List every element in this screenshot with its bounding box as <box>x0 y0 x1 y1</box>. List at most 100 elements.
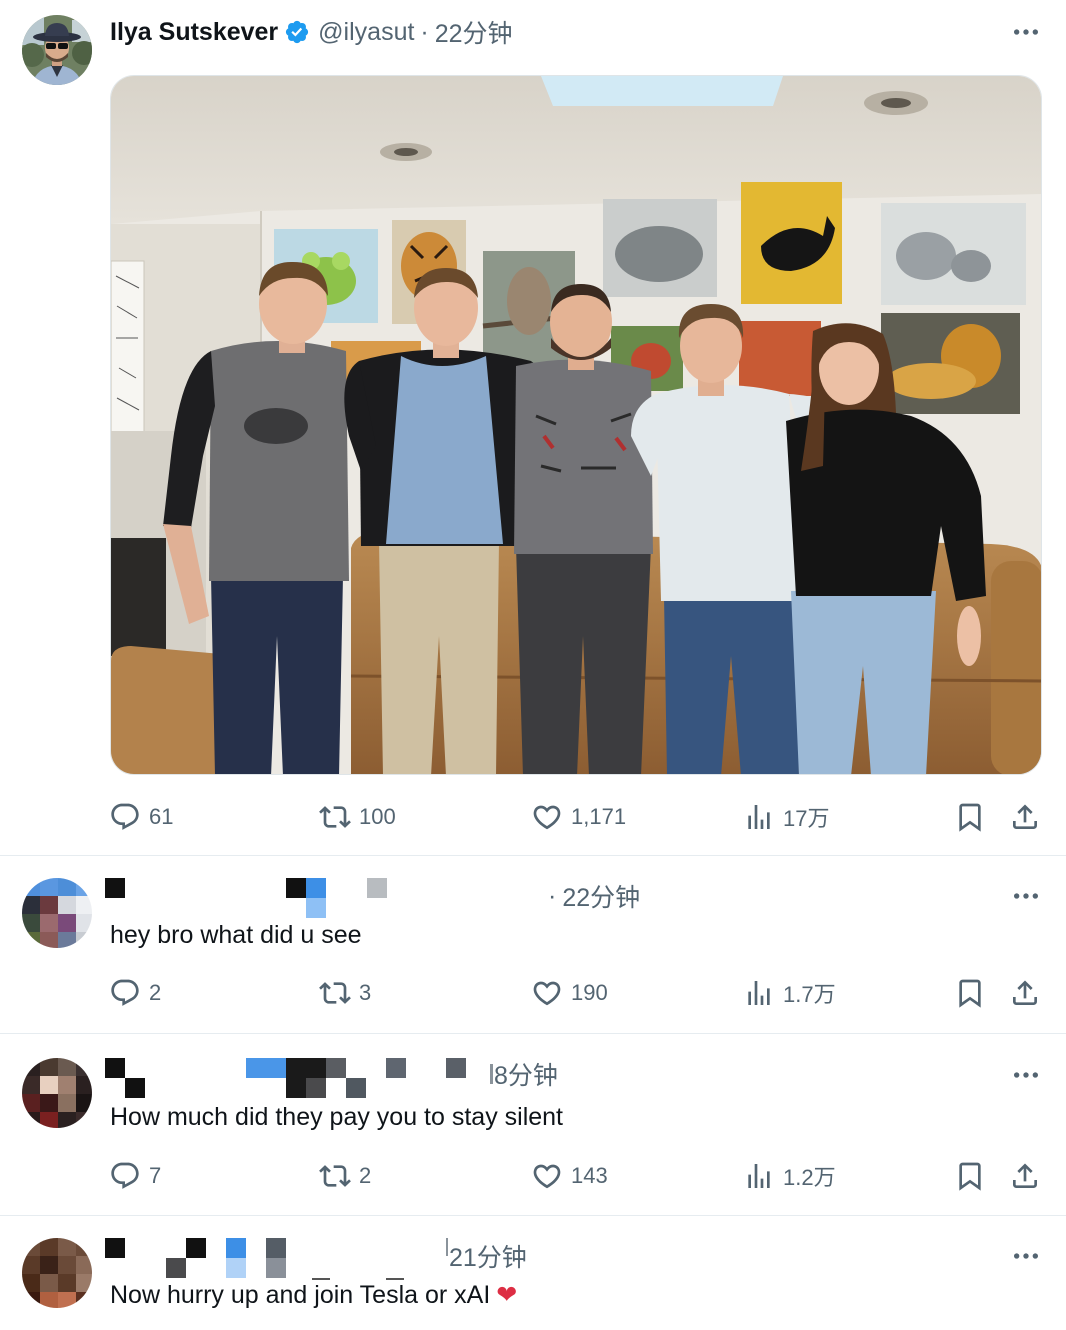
reply-avatar-image <box>22 878 92 948</box>
more-icon[interactable] <box>1010 16 1042 48</box>
tweet-actions: 61 100 1,171 17万 <box>0 797 1066 837</box>
redacted-name-block <box>367 878 387 898</box>
views-icon <box>748 981 770 1005</box>
share-button[interactable] <box>1009 1156 1041 1196</box>
redacted-name-block <box>166 1258 186 1278</box>
reply-header: 21分钟 <box>449 1236 527 1276</box>
author-avatar-image <box>22 15 92 85</box>
reply-actions: 2 3 190 1.7万 <box>0 973 1066 1013</box>
tweet-photo[interactable] <box>110 75 1042 775</box>
reply-button[interactable]: 61 <box>109 797 173 837</box>
reply-timestamp[interactable]: 8分钟 <box>494 1056 558 1092</box>
heart-emoji: ❤ <box>496 1281 518 1309</box>
retweet-icon <box>319 982 351 1004</box>
reply-timestamp[interactable]: 22分钟 <box>562 878 640 914</box>
reply-avatar[interactable] <box>22 1058 92 1128</box>
views-icon <box>748 1164 770 1188</box>
retweet-count: 2 <box>359 1163 372 1188</box>
reply-icon <box>111 1162 139 1189</box>
redacted-name-block <box>125 1078 145 1098</box>
redacted-name-block <box>226 1238 246 1258</box>
more-icon[interactable] <box>1010 880 1042 912</box>
heart-icon <box>533 981 561 1006</box>
redacted-name-block <box>186 1238 206 1258</box>
views-button[interactable]: 17万 <box>743 797 829 837</box>
reply-icon <box>111 979 139 1006</box>
retweet-button[interactable]: 2 <box>319 1156 371 1196</box>
author-handle[interactable]: @ilyasut <box>318 18 414 47</box>
retweet-count: 3 <box>359 980 372 1005</box>
verified-badge-icon[interactable] <box>284 19 310 45</box>
share-button[interactable] <box>1009 973 1041 1013</box>
reply-timestamp[interactable]: 21分钟 <box>449 1238 527 1274</box>
views-button[interactable]: 1.2万 <box>743 1156 836 1196</box>
like-button[interactable]: 1,171 <box>531 797 626 837</box>
redacted-name-block <box>226 1258 246 1278</box>
like-button[interactable]: 143 <box>531 1156 608 1196</box>
retweet-button[interactable]: 100 <box>319 797 396 837</box>
reply-tweet[interactable]: 8分钟 How much did they pay you to stay si… <box>0 1034 1066 1215</box>
bookmark-button[interactable] <box>954 797 986 837</box>
reply-avatar[interactable] <box>22 1238 92 1308</box>
retweet-icon <box>319 806 351 828</box>
redacted-name-block <box>105 1238 125 1258</box>
like-count: 1,171 <box>571 804 627 829</box>
tweet-timestamp[interactable]: 22分钟 <box>435 14 513 50</box>
reply-count: 2 <box>149 980 162 1005</box>
reply-text-line: Now hurry up and join Tesla or xAI ❤ <box>110 1278 517 1312</box>
redacted-name-block <box>246 1058 286 1078</box>
share-button[interactable] <box>1009 797 1041 837</box>
share-icon <box>1013 1163 1037 1188</box>
tweet-photo-image <box>111 76 1041 774</box>
redacted-name-block <box>266 1238 286 1258</box>
views-count: 1.2万 <box>783 1165 836 1190</box>
redacted-name-block <box>286 878 306 898</box>
author-avatar[interactable] <box>22 15 92 85</box>
reply-avatar-image <box>22 1058 92 1128</box>
bookmark-icon <box>959 979 981 1008</box>
tweet-header: Ilya Sutskever @ilyasut · 22分钟 <box>110 12 513 52</box>
author-name[interactable]: Ilya Sutskever <box>110 18 278 47</box>
share-icon <box>1013 804 1037 829</box>
redacted-name-block <box>490 1064 493 1084</box>
reply-text: How much did they pay you to stay silent <box>110 1103 564 1131</box>
redacted-name-block <box>306 898 326 918</box>
like-count: 190 <box>571 980 608 1005</box>
reply-icon <box>111 803 139 830</box>
redacted-name-block <box>306 878 326 898</box>
retweet-button[interactable]: 3 <box>319 973 371 1013</box>
reply-tweet[interactable]: · 22分钟 hey bro what did u see 2 3 190 1.… <box>0 856 1066 1033</box>
reply-header: · 22分钟 <box>548 876 640 916</box>
bookmark-button[interactable] <box>954 1156 986 1196</box>
redacted-name-block <box>326 1058 346 1078</box>
heart-icon <box>533 1164 561 1189</box>
reply-header: 8分钟 <box>494 1054 558 1094</box>
bookmark-button[interactable] <box>954 973 986 1013</box>
main-tweet[interactable]: Ilya Sutskever @ilyasut · 22分钟 61 100 1,… <box>0 0 1066 855</box>
reply-text: hey bro what did u see <box>110 921 362 949</box>
redacted-name-block <box>446 1058 466 1078</box>
redacted-name-block <box>346 1078 366 1098</box>
reply-actions: 7 2 143 1.2万 <box>0 1156 1066 1196</box>
bookmark-icon <box>959 803 981 832</box>
redacted-name-block <box>105 1058 125 1078</box>
retweet-icon <box>319 1165 351 1187</box>
more-icon[interactable] <box>1010 1059 1042 1091</box>
redacted-name-block <box>266 1258 286 1278</box>
heart-icon <box>533 805 561 830</box>
header-separator: · <box>548 881 557 910</box>
reply-button[interactable]: 2 <box>109 973 161 1013</box>
share-icon <box>1013 980 1037 1005</box>
redacted-name-block <box>446 1238 448 1256</box>
reply-tweet[interactable]: 21分钟 Now hurry up and join Tesla or xAI ❤ <box>0 1216 1066 1330</box>
reply-count: 61 <box>149 804 174 829</box>
views-count: 17万 <box>783 806 830 831</box>
reply-button[interactable]: 7 <box>109 1156 161 1196</box>
more-icon[interactable] <box>1010 1240 1042 1272</box>
bookmark-icon <box>959 1162 981 1191</box>
views-button[interactable]: 1.7万 <box>743 973 836 1013</box>
like-count: 143 <box>571 1163 608 1188</box>
redacted-name-block <box>386 1058 406 1078</box>
reply-avatar[interactable] <box>22 878 92 948</box>
like-button[interactable]: 190 <box>531 973 608 1013</box>
